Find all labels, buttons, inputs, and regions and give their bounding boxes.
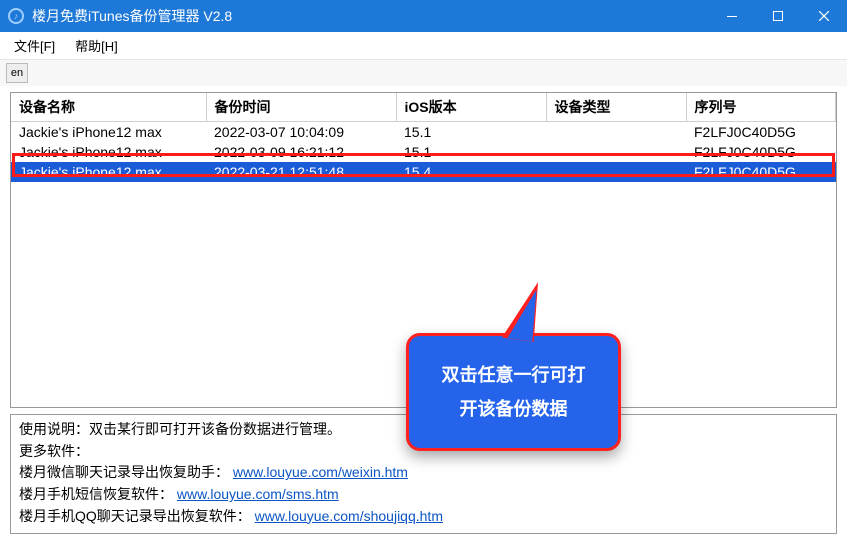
table-row[interactable]: Jackie's iPhone12 max2022-03-21 12:51:48… <box>11 162 836 182</box>
cell-type <box>546 162 686 182</box>
minimize-icon <box>727 16 737 17</box>
table-row[interactable]: Jackie's iPhone12 max2022-03-09 16:21:12… <box>11 142 836 162</box>
cell-ios: 15.1 <box>396 142 546 162</box>
cell-type <box>546 142 686 162</box>
cell-time: 2022-03-07 10:04:09 <box>206 122 396 143</box>
close-button[interactable] <box>801 0 847 32</box>
cell-serial: F2LFJ0C40D5G <box>686 142 836 162</box>
cell-name: Jackie's iPhone12 max <box>11 142 206 162</box>
window-title: 楼月免费iTunes备份管理器 V2.8 <box>32 6 709 26</box>
col-header-type[interactable]: 设备类型 <box>546 93 686 122</box>
col-header-ios[interactable]: iOS版本 <box>396 93 546 122</box>
link-sms[interactable]: www.louyue.com/sms.htm <box>177 486 339 502</box>
content-area: 设备名称 备份时间 iOS版本 设备类型 序列号 Jackie's iPhone… <box>0 86 847 408</box>
col-header-time[interactable]: 备份时间 <box>206 93 396 122</box>
callout-line2: 开该备份数据 <box>425 392 602 426</box>
annotation-callout: 双击任意一行可打 开该备份数据 <box>406 333 621 451</box>
titlebar: ♪ 楼月免费iTunes备份管理器 V2.8 <box>0 0 847 32</box>
cell-serial: F2LFJ0C40D5G <box>686 122 836 143</box>
menubar: 文件[F] 帮助[H] <box>0 32 847 60</box>
toolbar: en <box>0 60 847 86</box>
cell-ios: 15.1 <box>396 122 546 143</box>
menu-file[interactable]: 文件[F] <box>4 32 65 59</box>
cell-ios: 15.4 <box>396 162 546 182</box>
close-icon <box>819 11 829 21</box>
cell-type <box>546 122 686 143</box>
info-line-weixin: 楼月微信聊天记录导出恢复助手： www.louyue.com/weixin.ht… <box>19 462 828 484</box>
table-header-row: 设备名称 备份时间 iOS版本 设备类型 序列号 <box>11 93 836 122</box>
maximize-button[interactable] <box>755 0 801 32</box>
menu-help[interactable]: 帮助[H] <box>65 32 128 59</box>
col-header-serial[interactable]: 序列号 <box>686 93 836 122</box>
table-row[interactable]: Jackie's iPhone12 max2022-03-07 10:04:09… <box>11 122 836 143</box>
link-weixin[interactable]: www.louyue.com/weixin.htm <box>233 464 408 480</box>
link-qq[interactable]: www.louyue.com/shoujiqq.htm <box>255 508 443 524</box>
language-icon[interactable]: en <box>6 63 28 83</box>
cell-name: Jackie's iPhone12 max <box>11 122 206 143</box>
callout-line1: 双击任意一行可打 <box>425 358 602 392</box>
cell-time: 2022-03-09 16:21:12 <box>206 142 396 162</box>
cell-serial: F2LFJ0C40D5G <box>686 162 836 182</box>
cell-time: 2022-03-21 12:51:48 <box>206 162 396 182</box>
backup-table: 设备名称 备份时间 iOS版本 设备类型 序列号 Jackie's iPhone… <box>11 93 836 182</box>
backup-table-wrap: 设备名称 备份时间 iOS版本 设备类型 序列号 Jackie's iPhone… <box>10 92 837 408</box>
cell-name: Jackie's iPhone12 max <box>11 162 206 182</box>
info-line-sms: 楼月手机短信恢复软件： www.louyue.com/sms.htm <box>19 484 828 506</box>
minimize-button[interactable] <box>709 0 755 32</box>
maximize-icon <box>773 11 783 21</box>
col-header-name[interactable]: 设备名称 <box>11 93 206 122</box>
app-icon: ♪ <box>8 8 24 24</box>
info-line-qq: 楼月手机QQ聊天记录导出恢复软件： www.louyue.com/shoujiq… <box>19 506 828 528</box>
